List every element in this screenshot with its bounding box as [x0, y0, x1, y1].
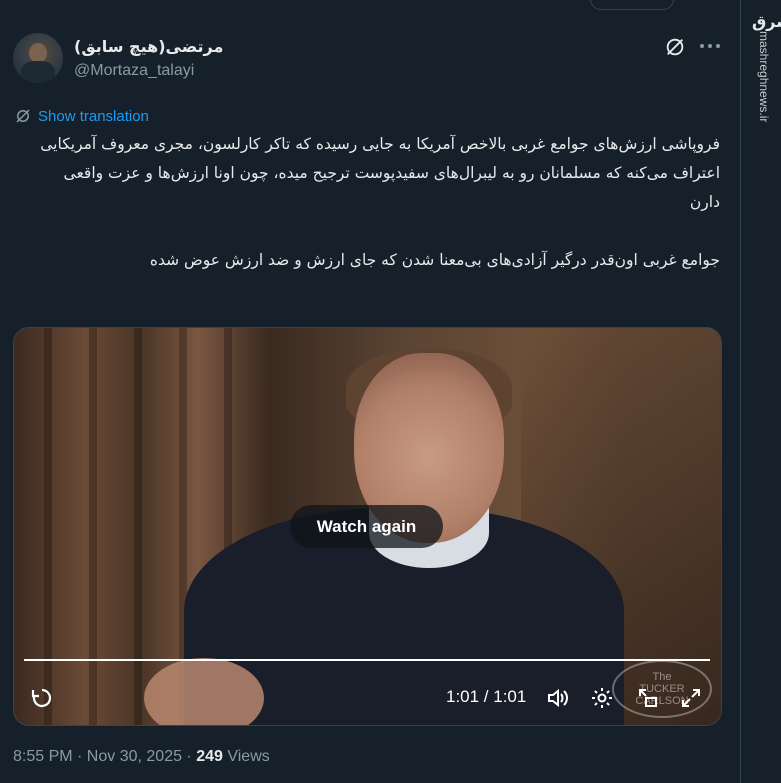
grok-icon[interactable] — [664, 36, 686, 58]
video-progress-bar[interactable] — [24, 659, 710, 661]
replay-icon[interactable] — [30, 686, 54, 710]
post-timestamp[interactable]: 8:55 PM · Nov 30, 2025 · — [13, 748, 196, 765]
column-divider — [740, 0, 741, 783]
watermark-logo: مشرق — [752, 12, 781, 31]
show-logo-line1: The — [652, 671, 672, 683]
views-count: 249 — [196, 748, 223, 765]
fullscreen-icon[interactable] — [679, 686, 703, 710]
watermark-site: mashreghnews.ir — [757, 31, 771, 123]
watch-again-button[interactable]: Watch again — [290, 505, 443, 548]
post-meta: 8:55 PM · Nov 30, 2025 · 249 Views — [13, 748, 270, 766]
post-text: فروپاشی ارزش‌های جوامع غربی بالاخص آمریک… — [40, 135, 720, 269]
avatar[interactable] — [13, 33, 63, 83]
volume-icon[interactable] — [546, 686, 570, 710]
top-pill-button[interactable] — [590, 0, 674, 10]
grok-icon — [16, 109, 30, 123]
more-icon[interactable] — [698, 38, 722, 54]
account-name[interactable]: مرتضی(هیچ سابق) — [74, 37, 223, 56]
show-translation-label: Show translation — [38, 107, 149, 125]
picture-in-picture-icon[interactable] — [636, 686, 660, 710]
gear-icon[interactable] — [590, 686, 614, 710]
views-label: Views — [222, 748, 270, 765]
show-translation-link[interactable]: Show translation — [14, 107, 149, 125]
watermark: مشرق mashreghnews.ir — [742, 12, 781, 122]
video-time: 1:01 / 1:01 — [446, 687, 527, 706]
account-handle[interactable]: @Mortaza_talayi — [74, 62, 194, 80]
